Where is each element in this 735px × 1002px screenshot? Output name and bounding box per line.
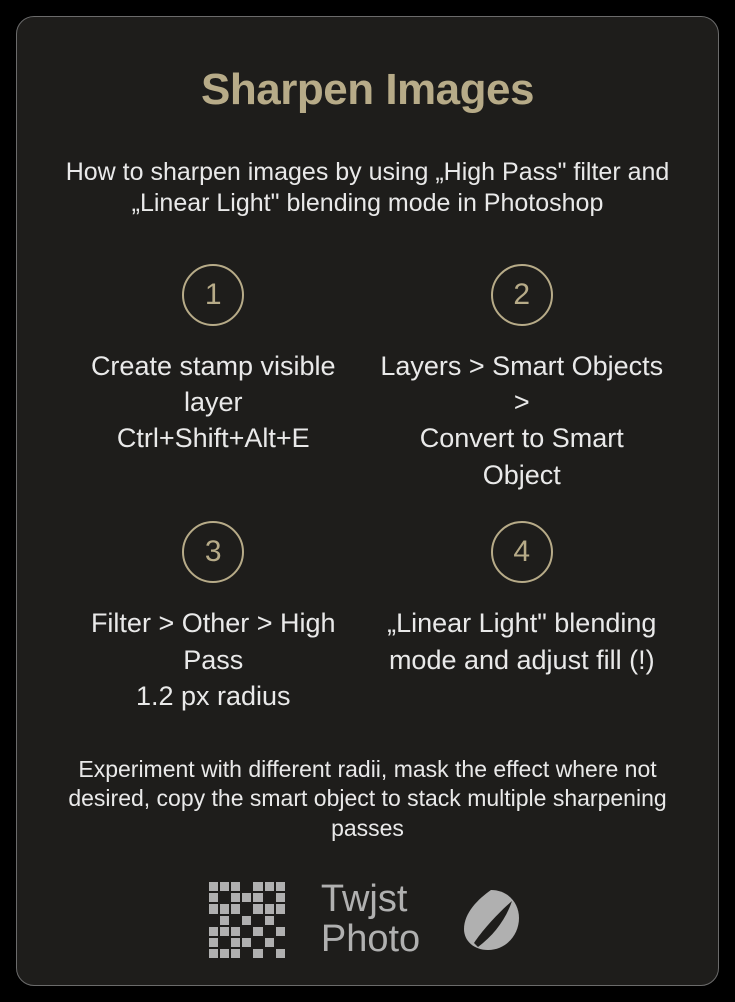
steps-grid: 1 Create stamp visible layer Ctrl+Shift+… xyxy=(57,264,678,715)
brand-line2: Photo xyxy=(321,920,420,960)
step-badge-4: 4 xyxy=(491,521,553,583)
brand-name: Twjst Photo xyxy=(321,880,420,960)
page-title: Sharpen Images xyxy=(201,65,534,115)
step-badge-3: 3 xyxy=(182,521,244,583)
step-badge-2: 2 xyxy=(491,264,553,326)
step-3: 3 Filter > Other > High Pass 1.2 px radi… xyxy=(69,521,358,714)
brand-row: Twjst Photo xyxy=(209,880,526,960)
footnote: Experiment with different radii, mask th… xyxy=(57,755,678,845)
brand-line1: Twjst xyxy=(321,880,420,920)
qr-code-icon xyxy=(209,882,285,958)
info-card: Sharpen Images How to sharpen images by … xyxy=(16,16,719,986)
step-2: 2 Layers > Smart Objects > Convert to Sm… xyxy=(378,264,667,494)
leaf-logo-icon xyxy=(456,885,526,955)
subtitle: How to sharpen images by using „High Pas… xyxy=(57,157,678,220)
step-4: 4 „Linear Light" blending mode and adjus… xyxy=(378,521,667,714)
step-text-2: Layers > Smart Objects > Convert to Smar… xyxy=(378,348,667,494)
step-1: 1 Create stamp visible layer Ctrl+Shift+… xyxy=(69,264,358,494)
step-badge-1: 1 xyxy=(182,264,244,326)
step-text-4: „Linear Light" blending mode and adjust … xyxy=(378,605,667,678)
step-text-1: Create stamp visible layer Ctrl+Shift+Al… xyxy=(69,348,358,457)
step-text-3: Filter > Other > High Pass 1.2 px radius xyxy=(69,605,358,714)
